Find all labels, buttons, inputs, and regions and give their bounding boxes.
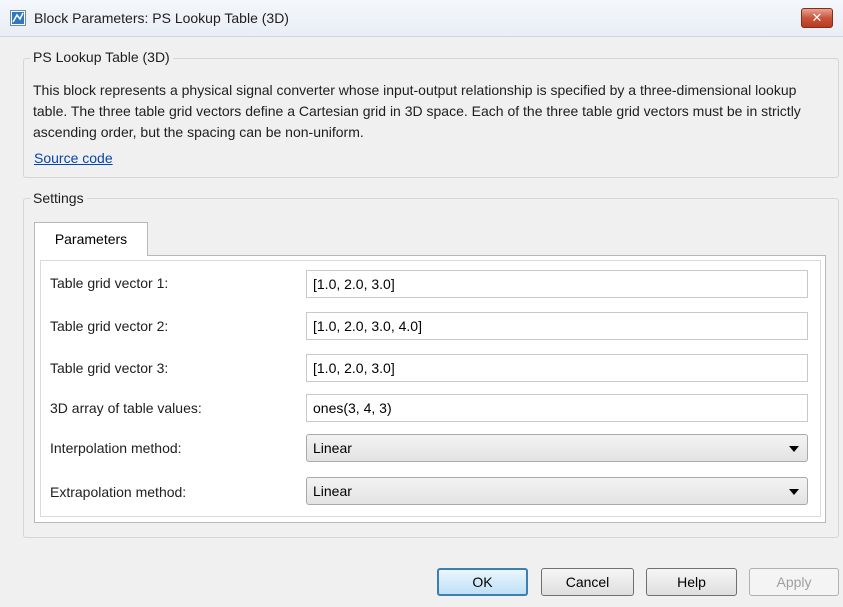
interpolation-method-label: Interpolation method: [50,440,182,456]
table-grid-vector-1-label: Table grid vector 1: [50,275,169,291]
title-bar[interactable]: Block Parameters: PS Lookup Table (3D) ✕ [0,0,843,37]
extrapolation-method-value: Linear [313,483,352,499]
table-grid-vector-2-label: Table grid vector 2: [50,318,169,334]
simulink-block-icon [10,10,26,26]
table-values-field[interactable]: ones(3, 4, 3) [306,394,808,422]
extrapolation-method-label: Extrapolation method: [50,484,187,500]
description-group-title: PS Lookup Table (3D) [30,49,173,65]
tab-parameters[interactable]: Parameters [34,222,148,256]
close-icon: ✕ [811,10,823,25]
interpolation-method-select[interactable]: Linear [306,434,808,462]
table-values-label: 3D array of table values: [50,400,202,416]
table-grid-vector-3-label: Table grid vector 3: [50,360,169,376]
window-title: Block Parameters: PS Lookup Table (3D) [34,10,289,26]
interpolation-method-value: Linear [313,440,352,456]
apply-button[interactable]: Apply [749,568,839,596]
settings-group-title: Settings [30,190,87,206]
ok-button[interactable]: OK [437,568,528,596]
source-code-link[interactable]: Source code [34,150,113,166]
block-description: This block represents a physical signal … [33,82,801,140]
cancel-button[interactable]: Cancel [541,568,634,596]
table-grid-vector-2-field[interactable]: [1.0, 2.0, 3.0, 4.0] [306,312,808,340]
table-grid-vector-3-field[interactable]: [1.0, 2.0, 3.0] [306,354,808,382]
chevron-down-icon [789,446,799,452]
extrapolation-method-select[interactable]: Linear [306,477,808,505]
help-button[interactable]: Help [646,568,737,596]
table-grid-vector-1-field[interactable]: [1.0, 2.0, 3.0] [306,270,808,298]
chevron-down-icon [789,489,799,495]
close-button[interactable]: ✕ [801,8,833,28]
block-parameters-dialog: Block Parameters: PS Lookup Table (3D) ✕… [0,0,843,607]
